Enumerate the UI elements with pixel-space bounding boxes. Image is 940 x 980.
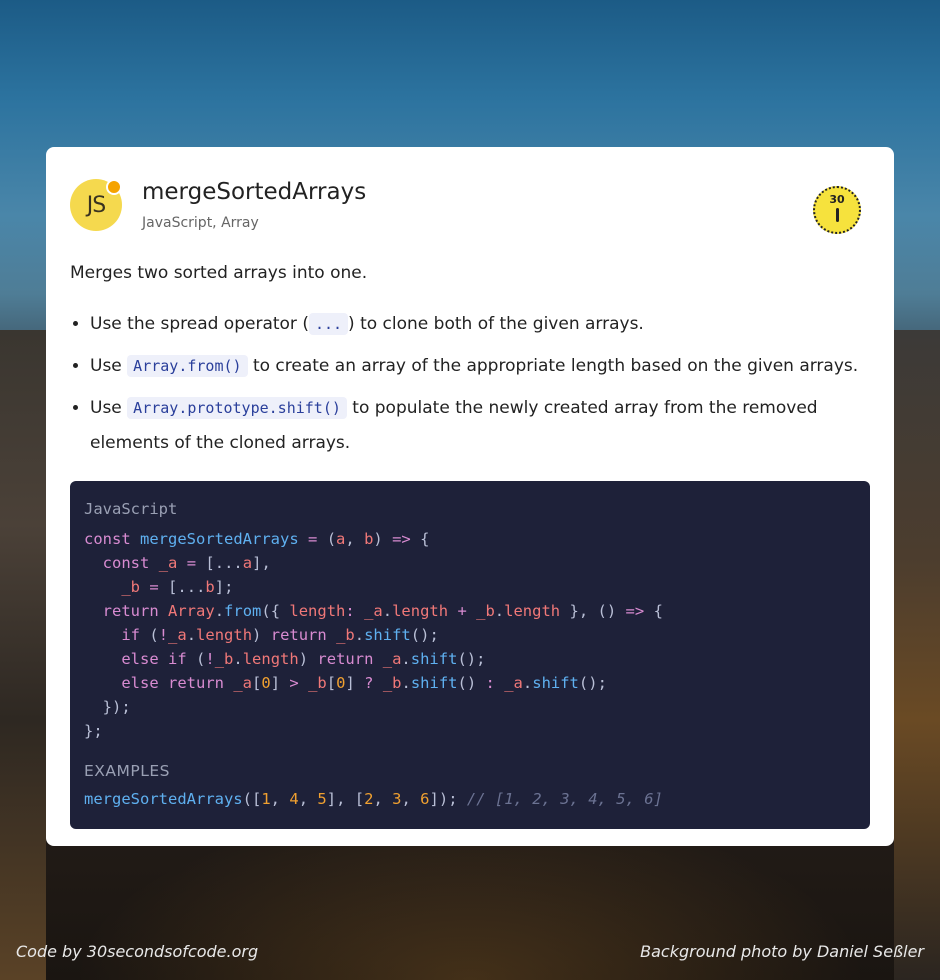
explanation-list: Use the spread operator (...) to clone b… <box>70 307 890 468</box>
badge-number: 30 <box>829 193 845 206</box>
logo-text: JS <box>86 192 106 218</box>
snippet-tags: JavaScript, Array <box>142 215 259 231</box>
code-content[interactable]: const mergeSortedArrays = (a, b) => { co… <box>84 527 856 743</box>
code-language-label: JavaScript <box>84 500 178 518</box>
inline-code: Array.prototype.shift() <box>127 397 347 419</box>
status-dot <box>106 179 122 195</box>
bullet-text: Use the spread operator ( <box>90 314 309 334</box>
example-code[interactable]: mergeSortedArrays([1, 4, 5], [2, 3, 6]);… <box>84 787 856 811</box>
background-city-left <box>0 330 46 980</box>
footer-credit-photo: Background photo by Daniel Seßler <box>640 942 924 961</box>
background-city-right <box>894 330 940 980</box>
bullet-text: ) to clone both of the given arrays. <box>348 314 644 334</box>
snippet-description: Merges two sorted arrays into one. <box>70 263 368 283</box>
bullet-text: Use <box>90 356 128 376</box>
footer-credit-code: Code by 30secondsofcode.org <box>16 942 259 961</box>
snippet-title: mergeSortedArrays <box>142 179 367 205</box>
code-block[interactable]: JavaScript const mergeSortedArrays = (a,… <box>70 481 870 829</box>
list-item: Use Array.from() to create an array of t… <box>90 349 890 384</box>
snippet-card: JS mergeSortedArrays JavaScript, Array 3… <box>46 147 894 846</box>
inline-code: ... <box>308 313 349 335</box>
examples-label: EXAMPLES <box>84 762 171 780</box>
bullet-text: to create an array of the appropriate le… <box>247 356 859 376</box>
inline-code: Array.from() <box>127 355 248 377</box>
bullet-text: Use <box>90 398 128 418</box>
list-item: Use the spread operator (...) to clone b… <box>90 307 890 342</box>
list-item: Use Array.prototype.shift() to populate … <box>90 391 890 461</box>
30-seconds-timer-icon: 30 <box>813 186 861 234</box>
timer-hand <box>835 208 839 222</box>
